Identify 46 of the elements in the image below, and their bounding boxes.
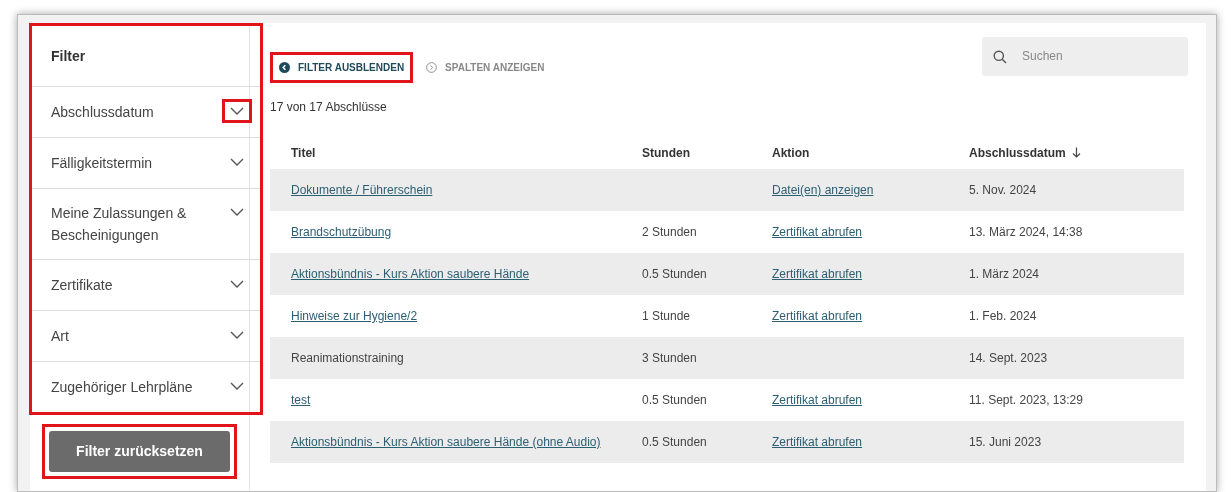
search-field[interactable]: Suchen — [982, 36, 1188, 76]
filter-section[interactable]: Fälligkeitstermin — [32, 138, 260, 189]
title-link[interactable]: Dokumente / Führerschein — [291, 183, 433, 197]
action-link[interactable]: Datei(en) anzeigen — [772, 183, 874, 197]
date-cell: 1. Feb. 2024 — [969, 309, 1037, 323]
result-count: 17 von 17 Abschlüsse — [270, 100, 387, 114]
show-columns-button[interactable]: SPALTEN ANZEIGEN — [417, 51, 554, 83]
title-link[interactable]: Aktionsbündnis - Kurs Aktion saubere Hände — [291, 267, 530, 281]
filter-title: Filter — [51, 46, 86, 66]
title-cell: Reanimationstraining — [291, 351, 404, 365]
filter-section[interactable]: Zugehöriger Lehrpläne — [32, 362, 260, 412]
hours-cell: 0.5 Stunden — [642, 267, 707, 281]
hide-filter-button[interactable]: FILTER AUSBLENDEN — [270, 51, 414, 83]
filter-section[interactable]: Zertifikate — [32, 260, 260, 311]
chevron-right-icon — [426, 61, 438, 73]
date-cell: 14. Sept. 2023 — [969, 351, 1048, 365]
filter-section[interactable]: Abschlussdatum — [32, 87, 260, 138]
sort-down-icon — [1071, 147, 1081, 158]
title-link[interactable]: Brandschutzübung — [291, 225, 392, 239]
filter-section[interactable]: Art — [32, 311, 260, 362]
action-link[interactable]: Zertifikat abrufen — [772, 309, 863, 323]
hours-cell: 0.5 Stunden — [642, 435, 707, 449]
action-link[interactable]: Zertifikat abrufen — [772, 393, 863, 407]
column-header[interactable]: Stunden — [642, 143, 690, 162]
title-link[interactable]: test — [291, 393, 311, 407]
date-cell: 13. März 2024, 14:38 — [969, 225, 1083, 239]
hours-cell: 2 Stunden — [642, 225, 697, 239]
date-cell: 11. Sept. 2023, 13:29 — [969, 393, 1083, 407]
date-cell: 15. Juni 2023 — [969, 435, 1042, 449]
column-header[interactable]: Abschlussdatum — [969, 143, 1081, 162]
hours-cell: 1 Stunde — [642, 309, 691, 323]
search-icon — [993, 49, 1007, 64]
action-link[interactable]: Zertifikat abrufen — [772, 267, 863, 281]
date-cell: 5. Nov. 2024 — [969, 183, 1037, 197]
reset-filter-button[interactable]: Filter zurücksetzen — [49, 431, 230, 472]
filter-section[interactable]: Meine Zulassungen & Bescheinigungen — [32, 189, 260, 260]
column-header[interactable]: Titel — [291, 143, 316, 162]
title-link[interactable]: Hinweise zur Hygiene/2 — [291, 309, 418, 323]
hours-cell: 0.5 Stunden — [642, 393, 707, 407]
hours-cell: 3 Stunden — [642, 351, 697, 365]
title-link[interactable]: Aktionsbündnis - Kurs Aktion saubere Hände (ohne Audio) — [291, 435, 601, 449]
action-link[interactable]: Zertifikat abrufen — [772, 435, 863, 449]
chevron-left-icon — [279, 61, 290, 73]
column-header[interactable]: Aktion — [772, 143, 810, 162]
date-cell: 1. März 2024 — [969, 267, 1040, 281]
action-link[interactable]: Zertifikat abrufen — [772, 225, 863, 239]
